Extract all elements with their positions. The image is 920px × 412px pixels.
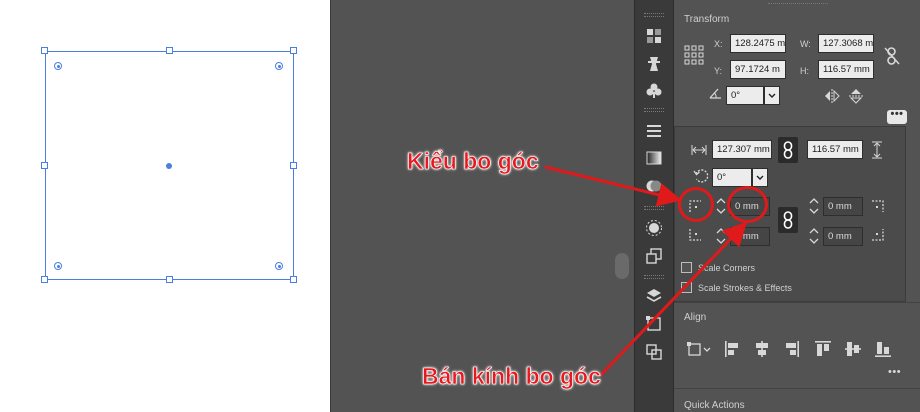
y-position-field[interactable]: 97.1724 m [730,60,786,79]
quick-actions-title: Quick Actions [684,400,745,411]
canvas-pasteboard[interactable] [330,0,634,412]
angle-dropdown-chevron-icon[interactable] [764,86,780,105]
brushes-panel-icon[interactable] [644,54,664,74]
corner-radius-tr-stepper[interactable] [808,195,820,217]
dock-grip[interactable] [644,13,664,17]
align-top-icon[interactable] [814,340,832,358]
align-horizontal-center-icon[interactable] [754,340,770,358]
flyout-width-field[interactable]: 127.307 mm [712,140,772,159]
corner-type-top-right-icon[interactable] [871,198,887,214]
h-label: H: [800,66,809,76]
height-arrow-icon [871,141,883,159]
rotate-icon [693,168,709,184]
transform-title: Transform [684,14,730,25]
stroke-panel-icon[interactable] [644,121,664,141]
width-arrow-icon [691,144,707,156]
corner-widget-bottom-left[interactable] [54,262,62,270]
flyout-rotate-field[interactable]: 0° [712,168,752,187]
rotate-angle-icon [708,86,724,100]
x-position-field[interactable]: 128.2475 m [730,34,786,53]
corner-widget-top-left[interactable] [54,62,62,70]
section-divider [674,302,920,303]
handle-bottom-right[interactable] [290,276,297,283]
corner-widget-bottom-right[interactable] [275,262,283,270]
gradient-panel-icon[interactable] [644,148,664,168]
panel-grip[interactable] [768,3,828,6]
corner-type-highlight-circle [678,187,714,222]
more-options-button[interactable]: ••• [887,109,907,124]
artboards-panel-icon[interactable] [644,314,664,334]
align-right-icon[interactable] [784,340,800,358]
panel-collapse-handle[interactable] [615,253,629,279]
handle-top-right[interactable] [290,47,297,54]
handle-middle-right[interactable] [290,162,297,169]
corner-type-bottom-left-icon[interactable] [687,228,703,244]
center-point [166,163,172,169]
corner-radius-br-field[interactable]: 0 mm [823,227,863,246]
appearance-panel-icon[interactable] [644,218,664,238]
align-vertical-center-icon[interactable] [844,340,862,358]
panel-dock-strip [634,0,674,412]
align-to-dropdown-icon[interactable] [686,340,712,358]
align-bottom-icon[interactable] [874,340,892,358]
scale-corners-checkbox[interactable] [681,262,692,273]
corner-radius-highlight-circle [727,186,768,223]
handle-top-middle[interactable] [166,47,173,54]
height-field[interactable]: 116.57 mm [818,60,874,79]
artboard[interactable] [0,0,330,412]
graphic-styles-panel-icon[interactable] [644,246,664,266]
transparency-panel-icon[interactable] [644,176,664,196]
corner-widget-top-right[interactable] [275,62,283,70]
handle-middle-left[interactable] [41,162,48,169]
flyout-height-field[interactable]: 116.57 mm [807,140,863,159]
symbols-panel-icon[interactable] [644,81,664,101]
scale-strokes-label: Scale Strokes & Effects [698,283,792,293]
corner-radius-bl-stepper[interactable] [715,225,727,247]
angle-field[interactable]: 0° [726,86,764,105]
corner-radius-bl-field[interactable]: 0 mm [730,227,770,246]
width-field[interactable]: 127.3068 m [818,34,874,53]
layers-panel-icon[interactable] [644,286,664,306]
handle-bottom-middle[interactable] [166,276,173,283]
handle-top-left[interactable] [41,47,48,54]
w-label: W: [800,39,811,49]
unlink-proportions-icon[interactable] [884,46,900,66]
scale-strokes-checkbox[interactable] [681,282,692,293]
dock-grip[interactable] [644,206,664,210]
pathfinder-panel-icon[interactable] [644,342,664,362]
flip-vertical-icon[interactable] [848,88,864,104]
link-proportions-icon[interactable] [778,137,798,163]
align-more-button[interactable]: ••• [888,366,901,378]
flip-horizontal-icon[interactable] [824,88,840,104]
corner-radius-br-stepper[interactable] [808,225,820,247]
y-label: Y: [714,66,723,76]
rotate-dropdown-chevron-icon[interactable] [752,168,768,187]
corner-type-bottom-right-icon[interactable] [871,228,887,244]
corner-radius-tl-stepper[interactable] [715,195,727,217]
swatches-panel-icon[interactable] [644,26,664,46]
x-label: X: [714,39,723,49]
reference-point-icon[interactable] [684,45,704,65]
handle-bottom-left[interactable] [41,276,48,283]
corner-type-annotation: Kiểu bo góc [407,148,539,175]
dock-grip[interactable] [644,108,664,112]
dock-grip[interactable] [644,275,664,279]
section-divider [674,388,920,389]
corner-radius-tr-field[interactable]: 0 mm [823,197,863,216]
align-left-icon[interactable] [724,340,740,358]
link-corner-radius-icon[interactable] [778,207,798,233]
align-title: Align [684,312,707,323]
corner-radius-annotation: Bán kính bo góc [422,363,601,390]
scale-corners-label: Scale Corners [698,263,756,273]
